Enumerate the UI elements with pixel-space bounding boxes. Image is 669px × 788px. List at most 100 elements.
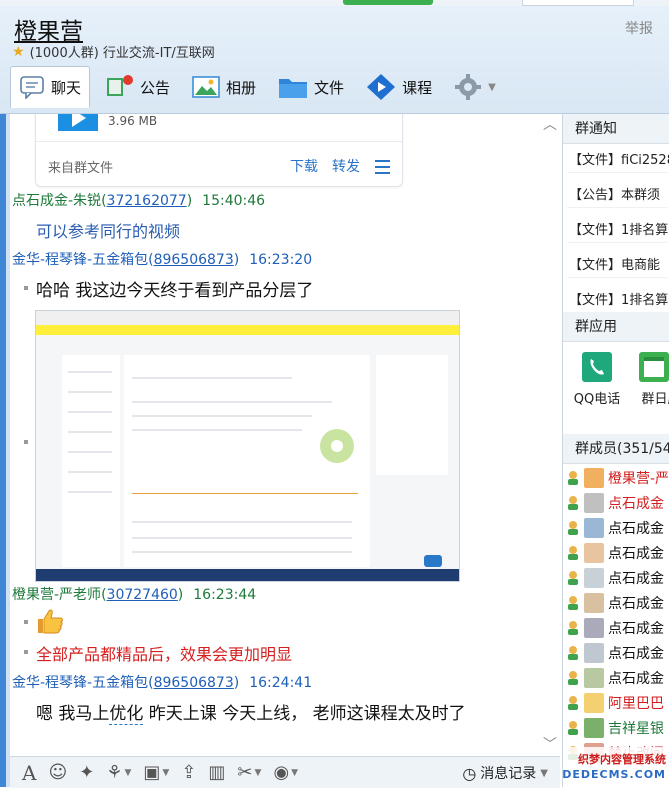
member-item[interactable]: 点石成金 xyxy=(565,666,664,690)
album-icon xyxy=(192,76,220,98)
chat-header: 橙果营 举报 ★ (1000人群) 行业交流-IT/互联网 聊天 公告 相册 文… xyxy=(0,6,669,114)
message-bullet xyxy=(24,650,28,654)
chevron-down-icon: ▼ xyxy=(488,81,496,93)
tab-course-label: 课程 xyxy=(402,78,433,97)
input-toolbar: A ☺ ✦ ⚘ ▼ ▣ ▼ ⇪ ▥ ✂ ▼ ◉ ▼ ◷ 消息记录 ▼ xyxy=(10,756,560,788)
member-rank-icon xyxy=(565,470,581,486)
tab-files[interactable]: 文件 xyxy=(270,67,352,107)
screenshot-image[interactable] xyxy=(35,310,460,582)
file-menu-icon[interactable] xyxy=(375,160,390,178)
sender-name: 点石成金-朱锐 xyxy=(12,193,102,209)
avatar[interactable] xyxy=(584,568,604,588)
member-item[interactable]: 阿里巴巴 xyxy=(565,691,664,715)
emoji-icon[interactable]: ☺ xyxy=(48,762,67,783)
member-item[interactable]: 点石成金 xyxy=(565,591,664,615)
sender-qq[interactable]: 896506873 xyxy=(154,675,234,691)
message-bullet xyxy=(24,440,28,444)
notice-item[interactable]: 【公告】本群须 xyxy=(569,184,660,203)
forward-link[interactable]: 转发 xyxy=(332,156,360,176)
tab-chat[interactable]: 聊天 xyxy=(10,66,91,108)
notice-item[interactable]: 【文件】电商能 xyxy=(569,254,660,273)
sender-qq[interactable]: 372162077 xyxy=(107,193,187,209)
tab-album-label: 相册 xyxy=(226,78,257,97)
gif-icon[interactable]: ⚘ ▼ xyxy=(106,762,131,783)
notice-item[interactable]: 【文件】1排名算 xyxy=(569,219,668,238)
upload-icon[interactable]: ⇪ xyxy=(181,762,196,783)
font-icon[interactable]: A xyxy=(22,761,36,785)
avatar[interactable] xyxy=(584,668,604,688)
sender-qq[interactable]: 896506873 xyxy=(154,252,234,268)
members-header[interactable]: 群成员(351/54 xyxy=(563,434,669,464)
apps-header[interactable]: 群应用 xyxy=(563,312,669,342)
member-rank-icon xyxy=(565,645,581,661)
group-toolbar: 聊天 公告 相册 文件 课程 ▼ xyxy=(10,66,510,108)
sender-name: 金华-程琴锋-五金箱包 xyxy=(12,675,149,691)
member-name: 橙果营-严 xyxy=(608,471,669,487)
settings-button[interactable]: ▼ xyxy=(446,67,504,107)
message-sender[interactable]: 金华-程琴锋-五金箱包(896506873) 16:23:20 xyxy=(12,249,312,269)
avatar[interactable] xyxy=(584,693,604,713)
member-item[interactable]: 点石成金 xyxy=(565,491,664,515)
member-name: 点石成金 xyxy=(608,646,664,662)
message-sender[interactable]: 点石成金-朱锐(372162077) 15:40:46 xyxy=(12,190,265,210)
avatar[interactable] xyxy=(584,718,604,738)
star-icon: ★ xyxy=(12,43,25,60)
notice-header[interactable]: 群通知 xyxy=(563,114,669,144)
scroll-down-icon[interactable]: ﹀ xyxy=(543,734,557,754)
member-item[interactable]: 点石成金 xyxy=(565,641,664,665)
avatar[interactable] xyxy=(584,493,604,513)
app-qq-call[interactable]: QQ电话 xyxy=(571,352,623,407)
tab-announcement[interactable]: 公告 xyxy=(96,67,178,107)
avatar[interactable] xyxy=(584,468,604,488)
avatar[interactable] xyxy=(584,643,604,663)
member-item[interactable]: 点石成金 xyxy=(565,616,664,640)
chat-bubble-icon xyxy=(20,76,44,99)
magic-icon[interactable]: ✦ xyxy=(79,762,94,783)
avatar[interactable] xyxy=(584,518,604,538)
message-time: 16:24:41 xyxy=(249,675,313,691)
member-name: 点石成金 xyxy=(608,671,664,687)
image-icon[interactable]: ▣ ▼ xyxy=(143,762,169,783)
underlined-word[interactable]: 优化 xyxy=(109,704,144,725)
message-sender[interactable]: 橙果营-严老师(30727460) 16:23:44 xyxy=(12,584,256,604)
scroll-up-icon[interactable]: ︿ xyxy=(543,114,557,134)
member-name: 阿里巴巴 xyxy=(608,696,664,712)
member-name: 点石成金 xyxy=(608,571,664,587)
avatar[interactable] xyxy=(584,543,604,563)
notice-item[interactable]: 【文件】1排名算 xyxy=(569,289,668,308)
tab-announcement-label: 公告 xyxy=(140,78,171,97)
message-history-button[interactable]: ◷ 消息记录 ▼ xyxy=(462,763,548,783)
member-item[interactable]: 点石成金 xyxy=(565,566,664,590)
phone-icon xyxy=(582,352,612,382)
announcement-icon xyxy=(107,75,134,96)
tab-course[interactable]: 课程 xyxy=(358,67,440,107)
group-title[interactable]: 橙果营 xyxy=(14,12,83,46)
more-icon[interactable]: ◉ ▼ xyxy=(273,762,298,783)
report-button[interactable]: 举报 xyxy=(625,18,653,38)
tab-album[interactable]: 相册 xyxy=(184,67,264,107)
app-group-calendar[interactable]: 群日历 xyxy=(633,352,669,407)
avatar[interactable] xyxy=(584,593,604,613)
member-item[interactable]: 橙果营-严 xyxy=(565,466,669,490)
member-item[interactable]: 点石成金 xyxy=(565,541,664,565)
member-name: 点石成金 xyxy=(608,596,664,612)
scissors-icon[interactable]: ✂ ▼ xyxy=(237,762,261,783)
download-link[interactable]: 下载 xyxy=(290,156,318,176)
member-item[interactable]: 吉祥星银 xyxy=(565,716,664,740)
gift-icon[interactable]: ▥ xyxy=(208,762,225,783)
member-rank-icon xyxy=(565,620,581,636)
message-text: 全部产品都精品后，效果会更加明显 xyxy=(36,645,293,664)
member-item[interactable]: 点石成金 xyxy=(565,516,664,540)
member-rank-icon xyxy=(565,545,581,561)
right-panel: 群通知 【文件】fiCi2528 【公告】本群须 【文件】1排名算 【文件】电商… xyxy=(562,114,669,787)
chat-message-area[interactable]: 3.96 MB 来自群文件 下载 转发 ︿ 点石成金-朱锐(372162077)… xyxy=(10,114,560,756)
file-card[interactable]: 3.96 MB 来自群文件 下载 转发 xyxy=(35,114,403,187)
notice-item[interactable]: 【文件】fiCi2528 xyxy=(569,149,669,168)
group-subtitle: ★ (1000人群) 行业交流-IT/互联网 xyxy=(12,42,215,62)
sender-qq[interactable]: 30727460 xyxy=(107,587,178,603)
member-rank-icon xyxy=(565,570,581,586)
member-rank-icon xyxy=(565,495,581,511)
gear-icon xyxy=(455,74,482,100)
avatar[interactable] xyxy=(584,618,604,638)
message-sender[interactable]: 金华-程琴锋-五金箱包(896506873) 16:24:41 xyxy=(12,672,312,692)
